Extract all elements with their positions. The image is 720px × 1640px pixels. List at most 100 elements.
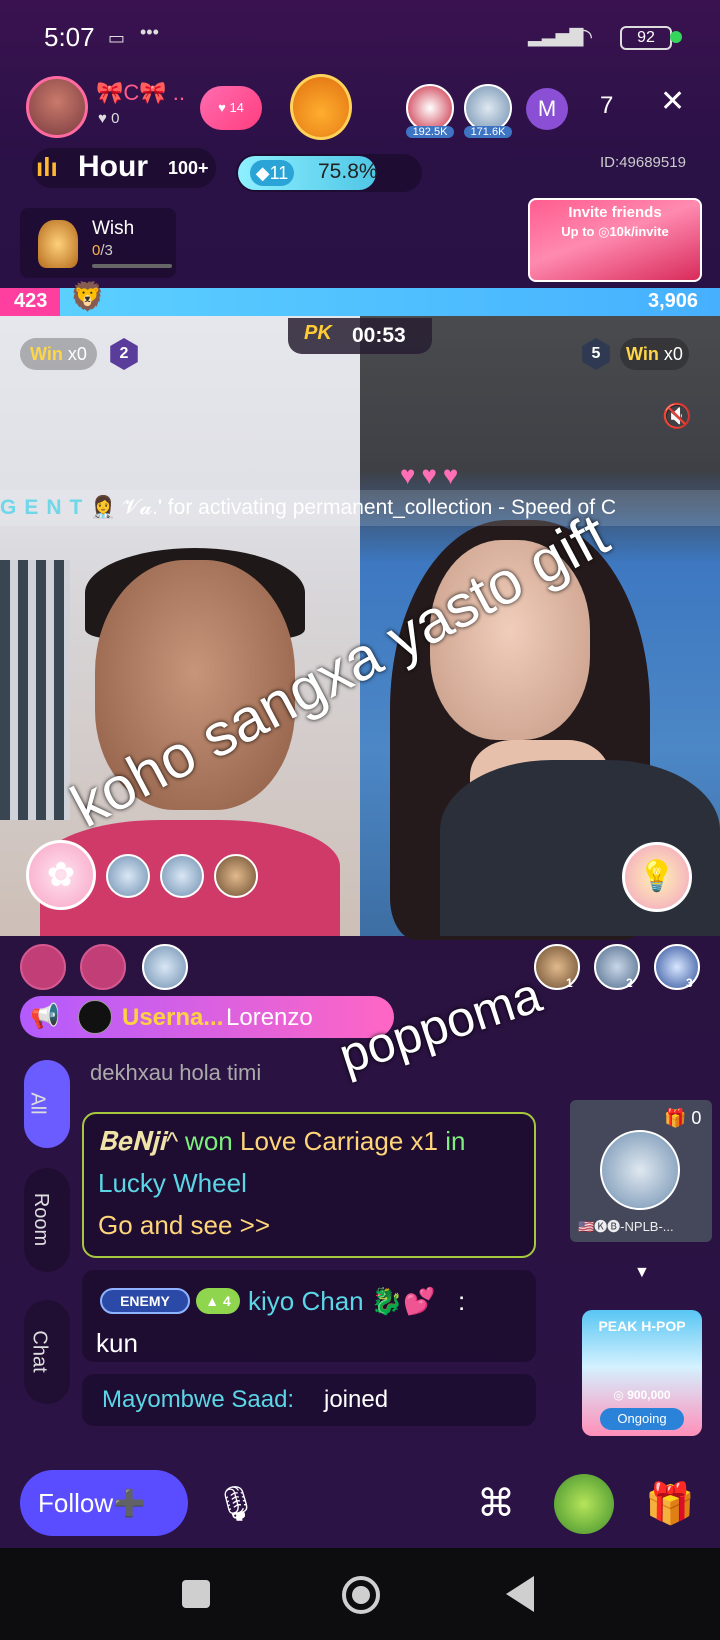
join-text: joined [324, 1386, 389, 1413]
room-id: ID:49689519 [600, 154, 686, 171]
viewer-avatar[interactable] [406, 84, 454, 132]
win-label: Win [30, 344, 63, 364]
top-gifter-rank: 2 [626, 976, 633, 990]
lucky-line-1: 𝐁𝐞𝐍𝐣𝐢^ won Love Carriage x1 in [98, 1126, 465, 1158]
viewer-avatar[interactable] [464, 84, 512, 132]
win-count: x0 [67, 344, 87, 364]
level-badge: ▲ 4 [196, 1288, 240, 1314]
lion-icon: 🦁 [70, 281, 105, 312]
wifi-icon: ◠ [574, 24, 594, 49]
lucky-in: in [445, 1126, 466, 1156]
tab-label: Room [30, 1192, 53, 1247]
host-name[interactable]: 🎀C🎀 .. [96, 80, 185, 106]
viewer-total[interactable]: 7 [600, 92, 613, 120]
event-title: PEAK H-POP [598, 1318, 686, 1334]
viewer-count: 171.6K [464, 126, 512, 138]
lucky-cta[interactable]: Go and see >> [98, 1210, 270, 1241]
game-icon[interactable] [554, 1474, 614, 1534]
top-gifter-avatar[interactable] [654, 944, 700, 990]
chat-colon: : [458, 1286, 466, 1316]
menu-grid-icon[interactable]: ⌘ [464, 1474, 528, 1534]
announcement-name: Lorenzo [226, 1004, 313, 1031]
ticker-banner: GENT👩‍⚕️ 𝓥𝓪.' for activating permanent_c… [0, 490, 720, 526]
chat-message-faded: dekhxau hola timi [90, 1060, 262, 1085]
ticker-text: 👩‍⚕️ 𝓥𝓪.' for activating permanent_colle… [90, 496, 617, 519]
empty-seat-icon[interactable] [20, 944, 66, 990]
invite-title: Invite friends [568, 204, 662, 221]
gem-icon: ◆11 [250, 160, 294, 186]
mute-icon[interactable]: 🔇 [662, 402, 692, 431]
event-status: Ongoing [600, 1408, 684, 1430]
side-gift-count: 0 [691, 1108, 702, 1128]
privacy-dot-icon [670, 31, 682, 43]
tv-icon: ▭ [108, 28, 126, 48]
lucky-game: Lucky Wheel [98, 1168, 247, 1198]
pk-time: 00:53 [352, 324, 406, 347]
announcement-user: Userna... [122, 1004, 224, 1031]
wish-progress-bar [92, 264, 172, 268]
host-avatar[interactable] [26, 76, 88, 138]
megaphone-icon: 📢 [30, 1003, 60, 1030]
tab-room[interactable]: Room [24, 1168, 70, 1272]
progress-percent: 75.8% [318, 160, 378, 183]
more-dots-icon: ••• [140, 22, 159, 42]
supporter-avatar[interactable] [214, 854, 258, 898]
chevron-down-icon[interactable]: ▼ [634, 1264, 650, 1282]
flower-gift-icon[interactable]: ✿ [26, 840, 96, 910]
supporter-avatar[interactable] [106, 854, 150, 898]
side-live-avatar [600, 1130, 680, 1210]
win-label: Win [626, 344, 659, 364]
overlay-caption-2: poppoma [332, 966, 548, 1085]
viewer-count: 192.5K [406, 126, 454, 138]
viewer-avatar-letter[interactable]: M [526, 88, 568, 130]
lightbulb-icon[interactable]: 💡 [622, 842, 692, 912]
host-likes: ♥ 0 [98, 110, 120, 127]
heart-follow-button[interactable]: ♥ 14 [200, 86, 262, 130]
hour-rank: 100+ [168, 158, 209, 178]
pk-left-score: 423 [14, 290, 48, 312]
back-icon[interactable] [506, 1576, 534, 1612]
enemy-badge: ENEMY [100, 1288, 190, 1314]
side-gift-badge: 🎁 0 [664, 1108, 702, 1128]
hour-chart-icon: ılı [36, 152, 58, 182]
battery-indicator: 92 [620, 26, 672, 50]
supporter-avatar[interactable] [160, 854, 204, 898]
chat-text: kun [96, 1328, 138, 1358]
status-time: 5:07 [44, 22, 95, 52]
win-count: x0 [663, 344, 683, 364]
pk-right-score: 3,906 [648, 290, 699, 312]
join-user[interactable]: Mayombwe Saad: [102, 1386, 294, 1414]
hour-label: Hour [78, 150, 148, 183]
curtain-bg [0, 560, 70, 820]
right-win-chip: Win x0 [620, 338, 689, 370]
wish-total: /3 [100, 242, 113, 259]
top-gifter-avatar[interactable] [534, 944, 580, 990]
invite-subtitle: Up to ◎10k/invite [561, 224, 669, 239]
gem-count: 11 [269, 163, 289, 183]
microphone-icon[interactable]: 🎙 [204, 1474, 268, 1534]
chat-user[interactable]: kiyo Chan 🐉💕 [248, 1286, 436, 1317]
lucky-user: 𝐁𝐞𝐍𝐣𝐢^ [98, 1126, 178, 1156]
follow-button[interactable]: Follow➕ [20, 1470, 188, 1536]
wish-title: Wish [92, 218, 135, 239]
tab-chat[interactable]: Chat [24, 1300, 70, 1404]
tab-all[interactable]: All [24, 1060, 70, 1148]
heart-count: 14 [229, 100, 244, 115]
home-icon-inner [352, 1586, 370, 1604]
side-live-name: 🇺🇸🅚🅑-NPLB-... [578, 1219, 674, 1234]
announcement-avatar [78, 1000, 112, 1034]
ticker-gent: GENT [0, 496, 91, 519]
gift-icon[interactable]: 🎁 [640, 1474, 700, 1534]
pk-bar-right [60, 288, 720, 316]
empty-seat-icon[interactable] [80, 944, 126, 990]
recent-apps-icon[interactable] [182, 1580, 210, 1608]
top-gifter-rank: 3 [686, 976, 693, 990]
wish-egg-icon [38, 220, 78, 268]
lucky-prize: Love Carriage x1 [239, 1126, 438, 1156]
close-icon[interactable]: ✕ [660, 84, 685, 119]
seat-avatar[interactable] [142, 944, 188, 990]
crown-badge-icon[interactable] [290, 74, 352, 140]
tab-label: Chat [28, 1330, 51, 1373]
event-amount: ◎ 900,000 [613, 1388, 671, 1402]
top-gifter-avatar[interactable] [594, 944, 640, 990]
